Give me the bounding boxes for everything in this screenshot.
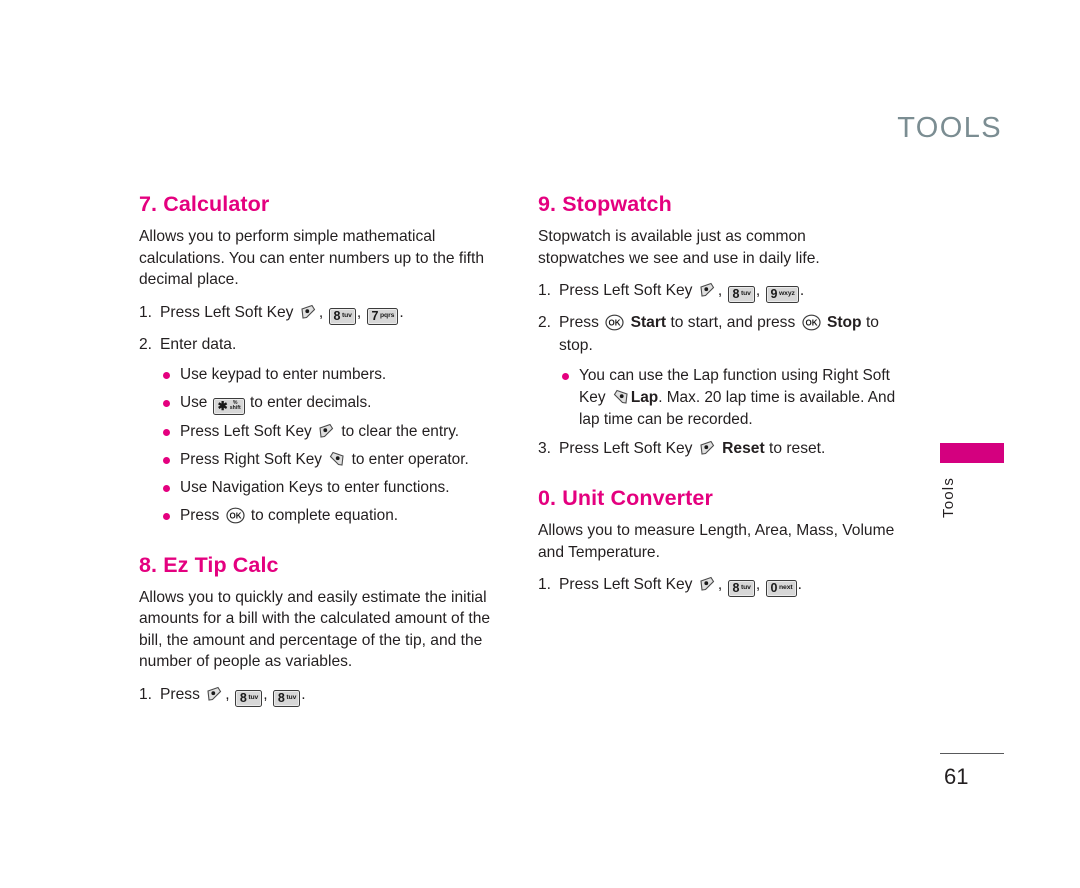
step-item: 1. Press , 8 tuv, 8 tuv.	[139, 683, 497, 707]
bullet-text: Press	[180, 506, 220, 524]
section-stopwatch: 9. Stopwatch Stopwatch is available just…	[538, 192, 896, 460]
step-item: 2. Press OK Start to start, and press OK …	[538, 311, 896, 357]
bullet-text-after: to enter operator.	[351, 450, 469, 468]
section-body-unit-converter: Allows you to measure Length, Area, Mass…	[538, 522, 895, 561]
list-item: You can use the Lap function using Right…	[562, 365, 896, 431]
bullet-text: Press Right Soft Key	[180, 450, 322, 468]
side-tab-color-bar	[940, 443, 1004, 463]
key-8-tuv: 8 tuv	[727, 286, 755, 303]
bullet-text: Use Navigation Keys to enter functions.	[180, 478, 450, 496]
step-text: Press Left Soft Key	[559, 576, 693, 593]
steps-calculator: 1. Press Left Soft Key , 8 tuv, 7 pqrs. 2. E…	[139, 301, 497, 356]
section-title-calculator: 7. Calculator	[139, 192, 270, 216]
left-soft-key-icon	[206, 686, 223, 702]
bullets-stopwatch: You can use the Lap function using Right…	[538, 365, 896, 431]
svg-text:OK: OK	[805, 319, 817, 328]
key-8-tuv: 8 tuv	[727, 580, 755, 597]
right-soft-key-icon	[612, 389, 629, 405]
step-number: 1.	[139, 685, 153, 703]
step-bold-reset: Reset	[722, 440, 765, 457]
step-text-after: .	[399, 303, 404, 321]
bullets-calculator: Use keypad to enter numbers. Use ✱% shift…	[139, 364, 497, 527]
left-soft-key-icon	[699, 576, 716, 592]
page-footer: 61	[940, 753, 1004, 790]
side-tab: Tools	[940, 443, 1004, 523]
step-item: 2. Enter data.	[139, 333, 497, 356]
step-text: Press	[559, 314, 599, 331]
step-text-after: .	[301, 685, 306, 703]
step-number: 3.	[538, 440, 552, 457]
step-bold-start: Start	[630, 314, 667, 331]
bullet-text: Press Left Soft Key	[180, 422, 312, 440]
bullet-bold-lap: Lap	[630, 389, 659, 406]
step-item: 1. Press Left Soft Key , 8 tuv, 0 next.	[538, 573, 896, 597]
ok-key-icon: OK	[226, 507, 245, 524]
bullet-text-after: to clear the entry.	[341, 422, 460, 440]
bullet-text: Use keypad to enter numbers.	[180, 365, 387, 383]
side-tab-label: Tools	[940, 476, 957, 518]
step-text: to start, and press	[670, 314, 796, 331]
list-item: Press Right Soft Key to enter operator.	[163, 449, 497, 471]
key-8-tuv: 8 tuv	[328, 307, 356, 325]
step-item: 1. Press Left Soft Key , 8 tuv, 9 wxyz.	[538, 279, 896, 303]
right-soft-key-icon	[328, 451, 345, 467]
footer-divider	[940, 753, 1004, 754]
step-number: 1.	[538, 282, 552, 299]
section-ez-tip-calc: 8. Ez Tip Calc Allows you to quickly and…	[139, 553, 497, 707]
list-item: Use keypad to enter numbers.	[163, 364, 497, 386]
key-star-shift-icon: ✱% shift	[212, 397, 245, 415]
section-calculator: 7. Calculator Allows you to perform simp…	[139, 192, 497, 527]
steps-unit-converter: 1. Press Left Soft Key , 8 tuv, 0 next.	[538, 573, 896, 597]
steps-stopwatch-reset: 3. Press Left Soft Key Reset to reset.	[538, 437, 896, 460]
step-text: Enter data.	[160, 335, 237, 353]
bullet-text-after: to enter decimals.	[249, 393, 372, 411]
step-item: 3. Press Left Soft Key Reset to reset.	[538, 437, 896, 460]
step-item: 1. Press Left Soft Key , 8 tuv, 7 pqrs.	[139, 301, 497, 325]
section-title-ez-tip-calc: 8. Ez Tip Calc	[139, 552, 279, 577]
section-title-unit-converter: 0. Unit Converter	[538, 486, 713, 510]
section-body-stopwatch: Stopwatch is available just as common st…	[538, 228, 820, 267]
section-unit-converter: 0. Unit Converter Allows you to measure …	[538, 486, 896, 597]
svg-text:OK: OK	[609, 319, 621, 328]
section-body-ez-tip-calc: Allows you to quickly and easily estimat…	[139, 588, 491, 671]
key-9-wxyz: 9 wxyz	[765, 286, 799, 303]
list-item: Press Left Soft Key to clear the entry.	[163, 421, 497, 443]
step-text: Press	[160, 685, 200, 703]
steps-ez-tip-calc: 1. Press , 8 tuv, 8 tuv.	[139, 683, 497, 707]
step-number: 1.	[139, 303, 153, 321]
ok-key-icon: OK	[801, 314, 821, 331]
steps-stopwatch: 1. Press Left Soft Key , 8 tuv, 9 wxyz. 2. P…	[538, 279, 896, 357]
ok-key-icon: OK	[605, 314, 624, 331]
key-8-tuv: 8 tuv	[272, 689, 301, 707]
page-title: TOOLS	[897, 112, 1002, 144]
step-text: Press Left Soft Key	[559, 440, 693, 457]
step-number: 1.	[538, 576, 552, 593]
bullet-text-after: to complete equation.	[250, 506, 399, 524]
list-item: Use ✱% shift to enter decimals.	[163, 392, 497, 415]
key-7-pqrs: 7 pqrs	[366, 307, 399, 325]
key-8-tuv: 8 tuv	[234, 689, 263, 707]
page-number: 61	[944, 764, 969, 789]
left-column: 7. Calculator Allows you to perform simp…	[139, 192, 497, 715]
step-text: Press Left Soft Key	[559, 282, 693, 299]
list-item: Press OK to complete equation.	[163, 505, 497, 527]
section-title-stopwatch: 9. Stopwatch	[538, 192, 672, 216]
bullet-text: Use	[180, 393, 208, 411]
left-soft-key-icon	[699, 440, 716, 456]
step-bold-stop: Stop	[826, 314, 862, 331]
left-soft-key-icon	[699, 282, 716, 298]
left-soft-key-icon	[318, 423, 335, 439]
step-number: 2.	[139, 335, 153, 353]
step-text: Press Left Soft Key	[160, 303, 294, 321]
key-0-next: 0 next	[765, 580, 797, 597]
step-text: to reset.	[769, 440, 826, 457]
right-column: 9. Stopwatch Stopwatch is available just…	[538, 192, 896, 605]
svg-text:OK: OK	[229, 511, 241, 520]
list-item: Use Navigation Keys to enter functions.	[163, 477, 497, 499]
left-soft-key-icon	[300, 304, 317, 320]
step-text-after: .	[799, 282, 805, 299]
section-body-calculator: Allows you to perform simple mathematica…	[139, 228, 485, 288]
step-text-after: .	[797, 576, 802, 593]
step-number: 2.	[538, 314, 552, 331]
